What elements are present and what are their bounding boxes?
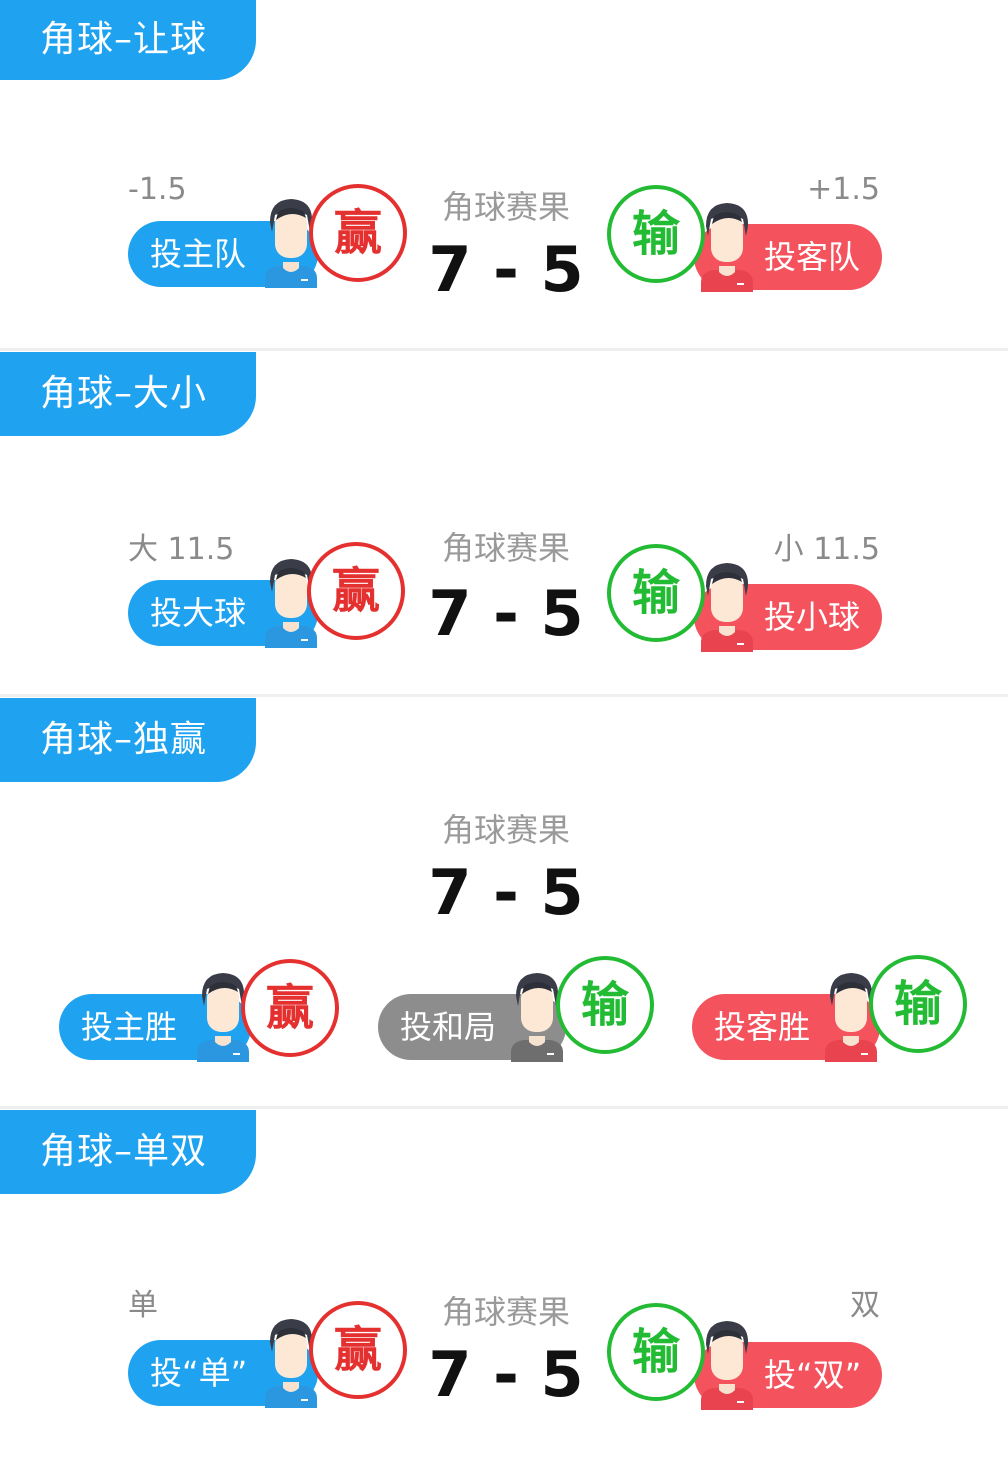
bet-over-label: 投大球 [150,594,247,632]
bet-under-label: 投小球 [764,598,861,636]
home-line-label: -1.5 [128,172,187,207]
avatar-icon [701,1321,753,1410]
section-odd-even: 角球–单双 单 双 投“单” 赢 角球赛果 7 - 5 投“双” 输 [0,1110,1008,1466]
bet-home-win-label: 投主胜 [81,1008,178,1046]
result-label: 角球赛果 [441,188,570,226]
section-over-under: 角球–大小 大 11.5 小 11.5 投大球 赢 角球赛果 7 - 5 投小球… [0,352,1008,694]
bet-odd-label: 投“单” [150,1354,248,1392]
section-tab-title: 角球–单双 [0,1110,256,1194]
section-handicap: 角球–让球 -1.5 +1.5 投主队 赢 角球赛果 7 - 5 投客队 输 [0,0,1008,348]
section-tab-title: 角球–独赢 [0,698,256,782]
section-tab-title: 角球–让球 [0,0,256,80]
result-lose-stamp: 输 [556,956,654,1054]
score: 7 - 5 [428,856,584,929]
odd-line-label: 单 [128,1288,158,1323]
avatar-icon [701,203,753,292]
section-moneyline: 角球–独赢 角球赛果 7 - 5 投主胜 赢 投和局 输 投客胜 输 [0,698,1008,1106]
result-lose-stamp: 输 [607,1303,705,1401]
bet-away-label: 投客队 [764,238,861,276]
score: 7 - 5 [428,233,584,306]
away-line-label: +1.5 [807,172,880,207]
under-line-label: 小 11.5 [773,532,880,567]
section-divider [0,1106,1008,1109]
bet-away-win-label: 投客胜 [714,1008,811,1046]
result-label: 角球赛果 [441,811,570,849]
bet-even-label: 投“双” [764,1356,862,1394]
result-lose-stamp: 输 [607,185,705,283]
section-divider [0,348,1008,351]
score: 7 - 5 [428,577,584,650]
bet-home-label: 投主队 [150,235,247,273]
result-lose-stamp: 输 [607,544,705,642]
score: 7 - 5 [428,1338,584,1411]
even-line-label: 双 [850,1288,880,1323]
section-tab-title: 角球–大小 [0,352,256,436]
result-label: 角球赛果 [441,529,570,567]
result-lose-stamp: 输 [869,955,967,1053]
avatar-icon [701,563,753,652]
result-label: 角球赛果 [441,1293,570,1331]
bet-draw-label: 投和局 [400,1008,497,1046]
section-divider [0,694,1008,697]
result-win-stamp: 赢 [241,959,339,1057]
over-line-label: 大 11.5 [128,532,235,567]
